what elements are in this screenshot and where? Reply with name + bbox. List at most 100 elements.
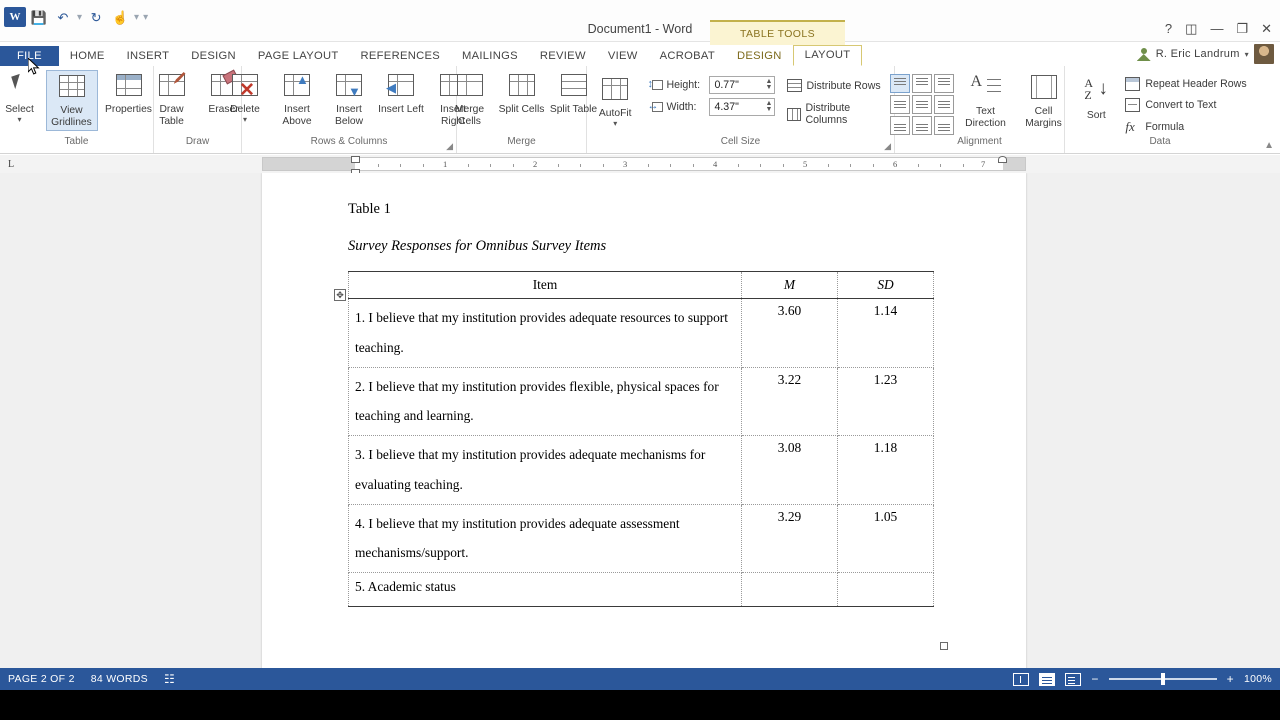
zoom-in-button[interactable]: + — [1227, 672, 1234, 686]
collapse-ribbon-icon[interactable]: ▲ — [1264, 140, 1274, 151]
cell-item[interactable]: 5. Academic status — [348, 571, 742, 608]
tab-table-layout[interactable]: LAYOUT — [792, 45, 863, 66]
tab-mailings[interactable]: MAILINGS — [451, 47, 529, 66]
convert-to-text-button[interactable]: Convert to Text — [1122, 95, 1249, 115]
proofing-errors-icon[interactable]: ☷ — [164, 672, 175, 686]
close-icon[interactable]: ✕ — [1261, 22, 1272, 35]
align-bottom-right-button[interactable] — [933, 116, 954, 135]
avatar[interactable] — [1254, 44, 1274, 64]
align-top-right-button[interactable] — [933, 74, 954, 93]
tab-acrobat[interactable]: ACROBAT — [649, 47, 726, 66]
tab-page-layout[interactable]: PAGE LAYOUT — [247, 47, 350, 66]
ribbon-group-data: A Z ↓ Sort Repeat Header Rows Convert to T… — [1065, 66, 1255, 153]
help-icon[interactable]: ? — [1165, 22, 1172, 35]
page-indicator[interactable]: PAGE 2 OF 2 — [8, 673, 75, 685]
cell-m[interactable]: 3.29 — [741, 503, 838, 573]
cell-sd[interactable]: 1.18 — [837, 435, 934, 505]
tab-references[interactable]: REFERENCES — [350, 47, 451, 66]
delete-button[interactable]: ✕ Delete ▾ — [219, 70, 271, 126]
table-row[interactable]: 1. I believe that my institution provide… — [348, 298, 934, 368]
tab-stop-selector[interactable]: L — [2, 156, 20, 173]
first-line-indent-marker[interactable] — [351, 156, 360, 163]
cell-sd[interactable] — [837, 571, 934, 608]
split-cells-button[interactable]: Split Cells — [496, 70, 548, 118]
cell-sd[interactable]: 1.14 — [837, 298, 934, 368]
undo-caret-icon[interactable]: ▾ — [76, 12, 83, 23]
align-top-center-button[interactable] — [911, 74, 932, 93]
tab-review[interactable]: REVIEW — [529, 47, 597, 66]
tab-home[interactable]: HOME — [59, 47, 116, 66]
right-indent-marker[interactable] — [998, 156, 1007, 163]
table-resize-handle[interactable] — [940, 642, 948, 650]
text-direction-button[interactable]: A Text Direction — [960, 72, 1012, 131]
table-row[interactable]: 2. I believe that my institution provide… — [348, 366, 934, 436]
cell-sd[interactable]: 1.23 — [837, 366, 934, 436]
distribute-rows-button[interactable]: Distribute Rows — [785, 76, 890, 95]
column-width-input[interactable]: 4.37" ▲ ▼ — [709, 98, 776, 116]
insert-above-button[interactable]: ▲ Insert Above — [271, 70, 323, 129]
column-width-stepper[interactable]: ▲ ▼ — [766, 100, 773, 113]
zoom-out-button[interactable]: − — [1091, 672, 1098, 686]
table-row[interactable]: 3. I believe that my institution provide… — [348, 435, 934, 505]
touch-mode-caret-icon[interactable]: ▾ — [133, 12, 140, 23]
cell-m[interactable]: 3.22 — [741, 366, 838, 436]
read-mode-icon[interactable] — [1013, 672, 1030, 686]
insert-left-button[interactable]: ◀ Insert Left — [375, 70, 427, 118]
view-gridlines-button[interactable]: View Gridlines — [45, 70, 98, 131]
survey-table[interactable]: Item M SD 1. I believe that my instituti… — [348, 271, 934, 608]
select-button[interactable]: Select ▾ — [0, 70, 46, 126]
restore-icon[interactable]: ❐ — [1236, 22, 1248, 35]
zoom-slider[interactable] — [1108, 673, 1217, 685]
horizontal-ruler[interactable]: 1 2 3 4 5 6 7 — [262, 156, 1026, 176]
customize-qat-icon[interactable]: ▾ — [142, 12, 149, 23]
tab-insert[interactable]: INSERT — [116, 47, 181, 66]
tab-table-design[interactable]: DESIGN — [726, 47, 793, 66]
align-middle-right-button[interactable] — [933, 95, 954, 114]
merge-cells-button[interactable]: Merge Cells — [444, 70, 496, 129]
word-count[interactable]: 84 WORDS — [91, 673, 148, 685]
align-middle-center-button[interactable] — [911, 95, 932, 114]
row-height-stepper[interactable]: ▲ ▼ — [766, 78, 773, 91]
rows-columns-dialog-launcher-icon[interactable]: ◢ — [446, 141, 453, 152]
cell-item[interactable]: 1. I believe that my institution provide… — [348, 298, 742, 368]
align-bottom-left-button[interactable] — [889, 116, 910, 135]
cell-margins-button[interactable]: Cell Margins — [1018, 72, 1070, 131]
cell-m[interactable] — [741, 571, 838, 608]
cell-item[interactable]: 2. I believe that my institution provide… — [348, 366, 742, 436]
cell-item[interactable]: 4. I believe that my institution provide… — [348, 503, 742, 573]
table-row[interactable]: 5. Academic status — [348, 571, 934, 608]
document-body[interactable]: Table 1 Survey Responses for Omnibus Sur… — [334, 201, 948, 650]
align-bottom-center-button[interactable] — [911, 116, 932, 135]
table-move-handle[interactable]: ✥ — [334, 289, 346, 301]
zoom-level-label[interactable]: 100% — [1244, 673, 1272, 685]
print-layout-icon[interactable] — [1039, 672, 1056, 686]
cell-item[interactable]: 3. I believe that my institution provide… — [348, 435, 742, 505]
cell-size-dialog-launcher-icon[interactable]: ◢ — [884, 141, 891, 152]
autofit-caret-icon[interactable]: ▾ — [613, 119, 617, 128]
cell-m[interactable]: 3.60 — [741, 298, 838, 368]
document-page[interactable]: Table 1 Survey Responses for Omnibus Sur… — [262, 173, 1026, 679]
tab-view[interactable]: VIEW — [597, 47, 649, 66]
cell-m[interactable]: 3.08 — [741, 435, 838, 505]
web-layout-icon[interactable] — [1065, 672, 1082, 686]
select-caret-icon[interactable]: ▾ — [17, 115, 21, 124]
delete-caret-icon[interactable]: ▾ — [243, 115, 247, 124]
sort-button[interactable]: A Z ↓ Sort — [1070, 76, 1122, 124]
minimize-icon[interactable]: — — [1210, 22, 1223, 35]
cell-sd[interactable]: 1.05 — [837, 503, 934, 573]
ribbon-display-options-icon[interactable]: ◫ — [1185, 22, 1197, 35]
ribbon-tab-strip: FILE HOME INSERT DESIGN PAGE LAYOUT REFE… — [0, 44, 1280, 66]
document-canvas[interactable]: Table 1 Survey Responses for Omnibus Sur… — [0, 173, 1280, 679]
autofit-button[interactable]: AutoFit ▾ — [591, 74, 639, 130]
insert-below-button[interactable]: ▼ Insert Below — [323, 70, 375, 129]
tab-design[interactable]: DESIGN — [180, 47, 247, 66]
table-row[interactable]: 4. I believe that my institution provide… — [348, 503, 934, 573]
user-caret-icon[interactable]: ▾ — [1245, 50, 1249, 59]
row-height-input[interactable]: 0.77" ▲ ▼ — [709, 76, 776, 94]
draw-table-button[interactable]: Draw Table — [146, 70, 198, 129]
align-top-left-button[interactable] — [889, 74, 910, 93]
repeat-header-rows-button[interactable]: Repeat Header Rows — [1122, 74, 1249, 94]
user-account-area[interactable]: R. Eric Landrum ▾ — [1137, 44, 1274, 64]
align-middle-left-button[interactable] — [889, 95, 910, 114]
distribute-columns-button[interactable]: Distribute Columns — [785, 99, 890, 129]
